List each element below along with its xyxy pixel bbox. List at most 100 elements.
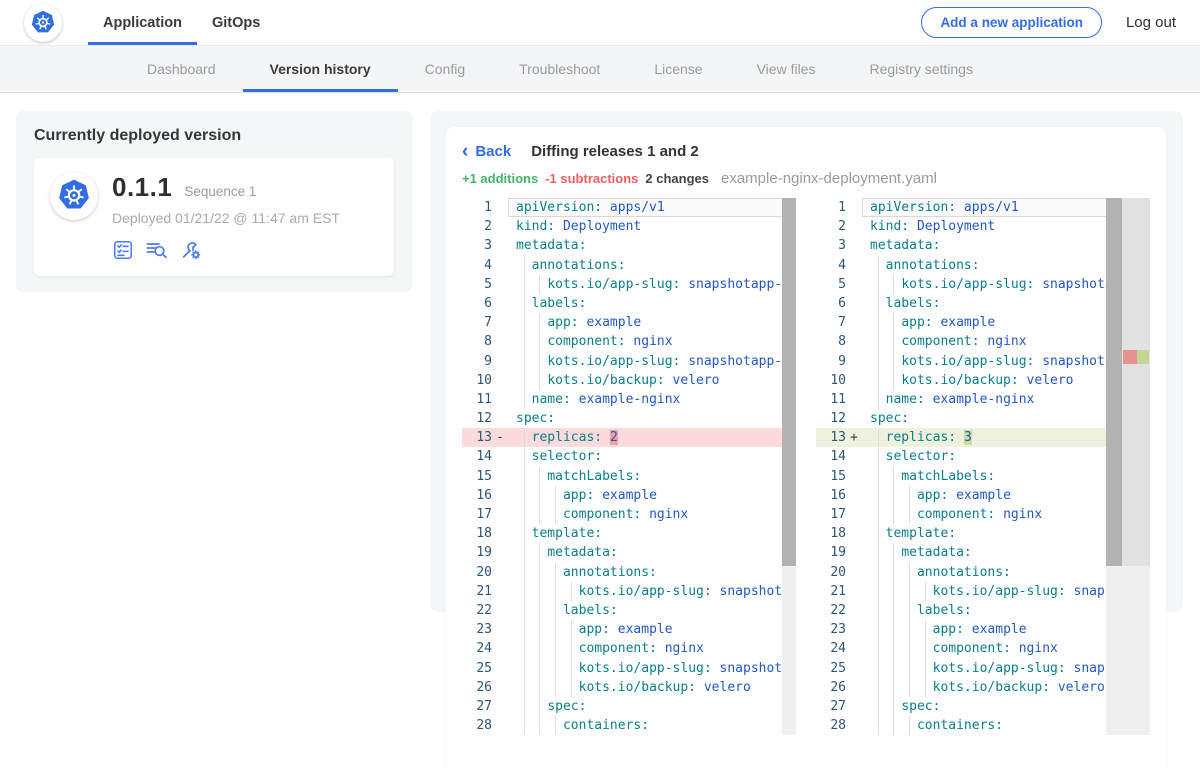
code-text: component: nginx — [508, 332, 796, 351]
code-text: kots.io/backup: velero — [508, 678, 796, 697]
preflight-checks-icon[interactable] — [112, 239, 134, 261]
subtractions-count: -1 subtractions — [545, 171, 638, 186]
diff-sign — [846, 447, 862, 466]
code-text: kots.io/app-slug: snapshotapp-mu — [508, 275, 796, 294]
code-text: containers: — [508, 716, 796, 735]
diff-sign — [492, 505, 508, 524]
kubernetes-logo-icon — [24, 4, 62, 42]
diff-sign — [846, 678, 862, 697]
diff-line-left-1: 1apiVersion: apps/v1 — [462, 198, 796, 217]
diff-sign — [492, 697, 508, 716]
line-number: 28 — [816, 716, 846, 735]
diff-line-right-22: 22 labels: — [816, 601, 1150, 620]
line-number: 3 — [816, 236, 846, 255]
diff-line-right-28: 28 containers: — [816, 716, 1150, 735]
logout-link[interactable]: Log out — [1126, 14, 1176, 31]
diff-sign — [846, 697, 862, 716]
diff-line-left-8: 8 component: nginx — [462, 332, 796, 351]
config-icon[interactable] — [180, 239, 202, 261]
line-number: 14 — [816, 447, 846, 466]
diff-line-left-24: 24 component: nginx — [462, 639, 796, 658]
line-number: 26 — [816, 678, 846, 697]
diff-line-left-20: 20 annotations: — [462, 563, 796, 582]
line-number: 4 — [816, 256, 846, 275]
diff-line-left-16: 16 app: example — [462, 486, 796, 505]
deployed-version-card: 0.1.1 Sequence 1 Deployed 01/21/22 @ 11:… — [34, 158, 394, 276]
header-tab-gitops[interactable]: GitOps — [197, 0, 275, 45]
line-number: 8 — [462, 332, 492, 351]
diff-sign — [492, 582, 508, 601]
subnav-tab-view-files[interactable]: View files — [730, 46, 843, 92]
subnav-tab-dashboard[interactable]: Dashboard — [120, 46, 243, 92]
line-number: 15 — [462, 467, 492, 486]
diff-sign — [492, 332, 508, 351]
header-tab-application[interactable]: Application — [88, 0, 197, 45]
line-number: 17 — [816, 505, 846, 524]
diff-line-right-4: 4 annotations: — [816, 256, 1150, 275]
line-number: 10 — [462, 371, 492, 390]
code-text: labels: — [508, 601, 796, 620]
diff-sign — [846, 582, 862, 601]
diff-pane-right: 1apiVersion: apps/v12kind: Deployment3me… — [816, 198, 1150, 735]
diff-stats: +1 additions -1 subtractions 2 changes e… — [462, 170, 1150, 187]
code-text: name: example-nginx — [508, 390, 796, 409]
diff-title: Diffing releases 1 and 2 — [531, 143, 699, 160]
diff-sign — [492, 371, 508, 390]
diff-sign — [492, 716, 508, 735]
diff-sign — [846, 620, 862, 639]
subnav-tab-config[interactable]: Config — [398, 46, 492, 92]
diff-sign — [492, 543, 508, 562]
diff-line-right-12: 12spec: — [816, 409, 1150, 428]
diff-line-left-10: 10 kots.io/backup: velero — [462, 371, 796, 390]
line-number: 28 — [462, 716, 492, 735]
diff-sign — [492, 639, 508, 658]
line-number: 15 — [816, 467, 846, 486]
line-number: 25 — [462, 659, 492, 678]
deployed-card-title: Currently deployed version — [34, 127, 394, 145]
code-text: spec: — [508, 697, 796, 716]
line-number: 5 — [816, 275, 846, 294]
diff-sign — [846, 256, 862, 275]
scrollbar-right — [1106, 198, 1122, 735]
subnav-tab-registry-settings[interactable]: Registry settings — [842, 46, 999, 92]
line-number: 7 — [462, 313, 492, 332]
diff-line-left-18: 18 template: — [462, 524, 796, 543]
subnav-tab-troubleshoot[interactable]: Troubleshoot — [492, 46, 627, 92]
code-text: annotations: — [508, 563, 796, 582]
diff-line-right-7: 7 app: example — [816, 313, 1150, 332]
diff-sign — [492, 467, 508, 486]
line-number: 24 — [462, 639, 492, 658]
diff-line-left-27: 27 spec: — [462, 697, 796, 716]
diff-sign — [492, 486, 508, 505]
diff-sign — [846, 409, 862, 428]
line-number: 23 — [816, 620, 846, 639]
back-button[interactable]: ‹ Back — [462, 143, 511, 160]
diff-sign — [846, 601, 862, 620]
additions-count: +1 additions — [462, 171, 538, 186]
diff-sign — [846, 275, 862, 294]
sequence-label: Sequence 1 — [184, 184, 256, 199]
subnav-tab-version-history[interactable]: Version history — [243, 46, 398, 92]
code-text: apiVersion: apps/v1 — [508, 198, 796, 217]
code-text: template: — [508, 524, 796, 543]
scrollbar-thumb[interactable] — [1106, 198, 1122, 566]
subnav-tab-license[interactable]: License — [627, 46, 729, 92]
line-number: 11 — [816, 390, 846, 409]
chevron-left-icon: ‹ — [462, 144, 468, 159]
diff-line-right-5: 5 kots.io/app-slug: snapshotapp-mu — [816, 275, 1150, 294]
diff-sign — [846, 563, 862, 582]
line-number: 13 — [816, 428, 846, 447]
diff-line-left-14: 14 selector: — [462, 447, 796, 466]
diff-line-right-9: 9 kots.io/app-slug: snapshotapp-mu — [816, 352, 1150, 371]
code-text: component: nginx — [508, 505, 796, 524]
diff-line-left-17: 17 component: nginx — [462, 505, 796, 524]
line-number: 10 — [816, 371, 846, 390]
diff-sign — [492, 275, 508, 294]
line-number: 17 — [462, 505, 492, 524]
scrollbar-thumb[interactable] — [782, 198, 796, 566]
line-number: 27 — [462, 697, 492, 716]
release-notes-icon[interactable] — [145, 238, 169, 262]
add-application-button[interactable]: Add a new application — [921, 7, 1102, 38]
line-number: 20 — [462, 563, 492, 582]
code-text: annotations: — [508, 256, 796, 275]
